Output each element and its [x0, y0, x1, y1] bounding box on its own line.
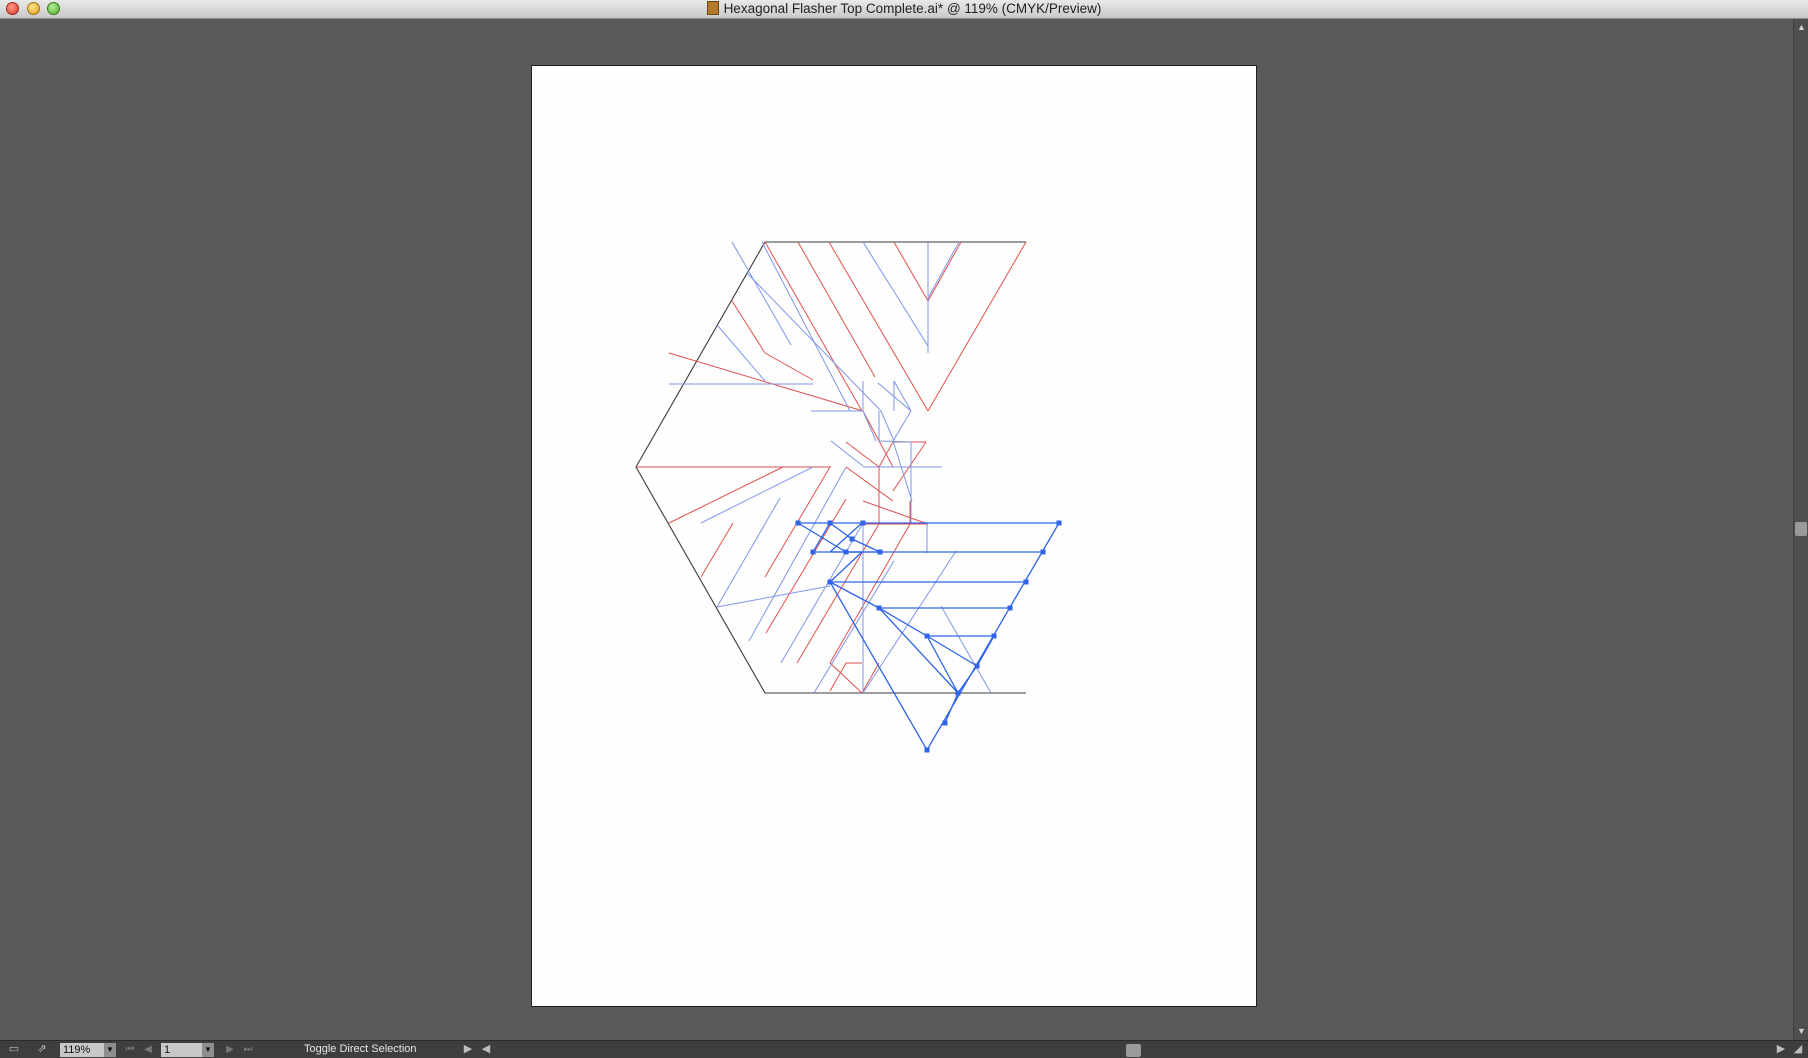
- valley-fold-line: [862, 410, 877, 442]
- scroll-right-icon[interactable]: ▶: [1773, 1042, 1789, 1057]
- valley-fold-line: [717, 325, 766, 382]
- zoom-field[interactable]: 119%: [60, 1043, 104, 1057]
- artboard-options-icon[interactable]: ▭: [6, 1042, 22, 1057]
- zoom-dropdown-chevron-down-icon[interactable]: ▼: [104, 1043, 116, 1057]
- mountain-fold-line: [862, 500, 929, 525]
- document-icon: [706, 1, 719, 15]
- valley-fold-line: [878, 440, 912, 443]
- crease-pattern[interactable]: [532, 66, 1258, 1008]
- valley-fold-line: [731, 241, 792, 346]
- mountain-fold-line: [845, 466, 894, 502]
- selected-path: [829, 551, 863, 583]
- anchor-point[interactable]: [876, 605, 882, 611]
- anchor-point[interactable]: [1023, 579, 1029, 585]
- anchor-point[interactable]: [795, 520, 801, 526]
- anchor-point[interactable]: [924, 633, 930, 639]
- valley-fold-line: [761, 241, 851, 412]
- first-artboard-icon[interactable]: ⏮: [122, 1042, 138, 1057]
- valley-fold-line: [862, 241, 929, 347]
- anchor-point[interactable]: [924, 747, 930, 753]
- last-artboard-icon[interactable]: ⏭: [240, 1042, 256, 1057]
- status-bar: ▭ ⇗ 119% ▼ ⏮ ◀ 1 ▼ ▶ ⏭ Toggle Direct Sel…: [0, 1040, 1808, 1058]
- window-titlebar: Hexagonal Flasher Top Complete.ai* @ 119…: [0, 0, 1808, 19]
- anchor-point[interactable]: [991, 633, 997, 639]
- status-menu-triangle-right-icon[interactable]: ▶: [460, 1042, 476, 1057]
- scroll-up-icon[interactable]: ▲: [1795, 21, 1808, 33]
- window-title-container: Hexagonal Flasher Top Complete.ai* @ 119…: [0, 0, 1808, 18]
- share-icon[interactable]: ⇗: [34, 1042, 50, 1057]
- mountain-fold-line: [845, 441, 880, 468]
- valley-fold-line: [862, 550, 957, 694]
- scroll-left-icon[interactable]: ◀: [478, 1042, 494, 1057]
- anchor-point[interactable]: [810, 549, 816, 555]
- status-label[interactable]: Toggle Direct Selection: [304, 1042, 454, 1057]
- vertical-scrollbar[interactable]: ▲ ▼: [1793, 19, 1808, 1040]
- anchor-point[interactable]: [849, 536, 855, 542]
- valley-fold-line: [892, 440, 913, 502]
- window-title: Hexagonal Flasher Top Complete.ai* @ 119…: [723, 1, 1102, 16]
- anchor-point[interactable]: [860, 520, 866, 526]
- mountain-folds: [636, 241, 1027, 694]
- anchor-point[interactable]: [1007, 605, 1013, 611]
- resize-grip-icon[interactable]: ◢: [1790, 1042, 1806, 1057]
- mountain-fold-line: [700, 522, 734, 578]
- selected-path: [976, 635, 995, 667]
- anchor-points[interactable]: [795, 520, 1062, 753]
- anchor-point[interactable]: [827, 520, 833, 526]
- valley-fold-line: [748, 466, 847, 642]
- anchor-point[interactable]: [955, 690, 961, 696]
- selected-path: [944, 665, 978, 724]
- anchor-point[interactable]: [843, 549, 849, 555]
- mountain-fold-line: [764, 352, 814, 381]
- anchor-point[interactable]: [877, 549, 883, 555]
- mountain-fold-line: [927, 241, 962, 302]
- valley-fold-line: [893, 380, 912, 412]
- mountain-fold-line: [829, 662, 847, 692]
- anchor-point[interactable]: [827, 579, 833, 585]
- selected-path: [829, 522, 863, 553]
- valley-fold-line: [746, 272, 882, 412]
- anchor-point[interactable]: [974, 663, 980, 669]
- artboard[interactable]: [531, 65, 1257, 1007]
- valley-fold-line: [892, 410, 912, 442]
- artboard-number-field[interactable]: 1: [161, 1043, 202, 1057]
- scroll-down-icon[interactable]: ▼: [1795, 1025, 1808, 1037]
- mountain-fold-line: [668, 466, 784, 524]
- valley-fold-line: [700, 466, 814, 524]
- document-canvas[interactable]: [0, 19, 1793, 1040]
- mountain-fold-line: [731, 300, 766, 354]
- vertical-scroll-thumb[interactable]: [1795, 522, 1807, 536]
- valley-fold-line: [927, 241, 960, 299]
- valley-fold-line: [880, 410, 895, 442]
- artboard-dropdown-chevron-down-icon[interactable]: ▼: [202, 1043, 214, 1057]
- mountain-fold-line: [893, 241, 929, 302]
- next-artboard-icon[interactable]: ▶: [222, 1042, 238, 1057]
- mountain-fold-line: [861, 662, 880, 694]
- anchor-point[interactable]: [942, 720, 948, 726]
- previous-artboard-icon[interactable]: ◀: [140, 1042, 156, 1057]
- anchor-point[interactable]: [1040, 549, 1046, 555]
- horizontal-scroll-thumb[interactable]: [1126, 1044, 1141, 1057]
- anchor-point[interactable]: [1056, 520, 1062, 526]
- valley-fold-line: [716, 497, 781, 608]
- mountain-fold-line: [927, 241, 1027, 412]
- selected-path: [797, 522, 880, 553]
- mountain-fold-line: [829, 662, 863, 694]
- valley-fold-line: [830, 440, 864, 467]
- mountain-fold-line: [797, 241, 876, 378]
- mountain-fold-line: [829, 523, 911, 664]
- mountain-fold-line: [765, 498, 847, 634]
